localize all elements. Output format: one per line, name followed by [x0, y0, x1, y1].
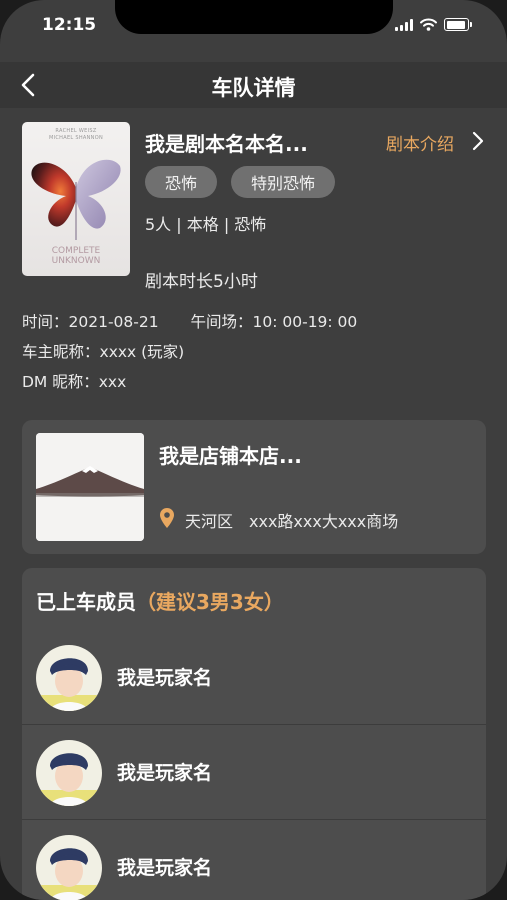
chevron-right-icon[interactable] [470, 130, 486, 152]
dm-value: xxx [98, 373, 127, 391]
location-pin-icon [160, 508, 174, 528]
status-icons [395, 18, 472, 31]
avatar [36, 645, 102, 711]
dm-label: DM 昵称： [22, 373, 99, 391]
navbar: 车队详情 [0, 62, 507, 108]
cover-credit-2: MICHAEL SHANNON [48, 135, 103, 141]
script-meta: 5人 | 本格 | 恐怖 [145, 215, 267, 234]
member-name: 我是玩家名 [117, 667, 213, 689]
phone-screen: 12:15 车队详情 RACHEL WEISZ MICHAEL SHANNON [0, 0, 507, 900]
member-row[interactable]: 我是玩家名 [22, 820, 486, 900]
cover-title: COMPLETE UNKNOWN [51, 246, 101, 266]
session-label: 午间场： [190, 313, 253, 331]
shop-street: xxx路xxx大xxx商场 [249, 512, 399, 531]
member-name: 我是玩家名 [117, 762, 213, 784]
members-title: 已上车成员（建议3男3女） [36, 590, 284, 614]
script-cover-image[interactable]: RACHEL WEISZ MICHAEL SHANNON COMPLETE UN… [22, 122, 130, 276]
shop-name: 我是店铺本店... [159, 444, 302, 468]
member-row[interactable]: 我是玩家名 [22, 725, 486, 821]
avatar [36, 740, 102, 806]
butterfly-illustration [31, 159, 121, 240]
script-intro-link[interactable]: 剧本介绍 [386, 130, 454, 155]
time-row: 时间：2021-08-21 午间场：10: 00-19: 00 [22, 310, 357, 332]
member-name: 我是玩家名 [117, 857, 213, 879]
member-row[interactable]: 我是玩家名 [22, 630, 486, 726]
battery-icon [444, 18, 472, 31]
host-row: 车主昵称：xxxx (玩家) [22, 340, 184, 362]
time-value: 2021-08-21 [68, 313, 159, 331]
shop-image [36, 433, 144, 541]
shop-address: 天河区 xxx路xxx大xxx商场 [185, 508, 398, 532]
session-value: 10: 00-19: 00 [252, 313, 358, 331]
page-title: 车队详情 [211, 76, 296, 100]
dm-row: DM 昵称：xxx [22, 370, 126, 392]
host-label: 车主昵称： [22, 343, 100, 361]
script-name: 我是剧本名本名... [145, 132, 308, 156]
avatar [36, 835, 102, 900]
mountain-image [36, 433, 144, 541]
script-tags: 恐怖 特别恐怖 [145, 166, 336, 198]
host-value: xxxx (玩家) [99, 343, 185, 361]
tag: 特别恐怖 [231, 166, 336, 198]
status-time: 12:15 [42, 15, 97, 35]
shop-district: 天河区 [185, 512, 234, 531]
script-duration: 剧本时长5小时 [145, 272, 258, 292]
members-card: 已上车成员（建议3男3女） 我是玩家名 我是玩家名 我是玩家名 [22, 568, 486, 900]
time-label: 时间： [22, 313, 69, 331]
cover-credit-1: RACHEL WEISZ [55, 128, 97, 134]
tag: 恐怖 [145, 166, 218, 198]
notch [115, 0, 393, 34]
wifi-icon [420, 18, 437, 31]
members-hint: （建议3男3女） [136, 590, 284, 614]
cellular-signal-icon [395, 18, 413, 31]
shop-card[interactable]: 我是店铺本店... 天河区 xxx路xxx大xxx商场 [22, 420, 486, 554]
